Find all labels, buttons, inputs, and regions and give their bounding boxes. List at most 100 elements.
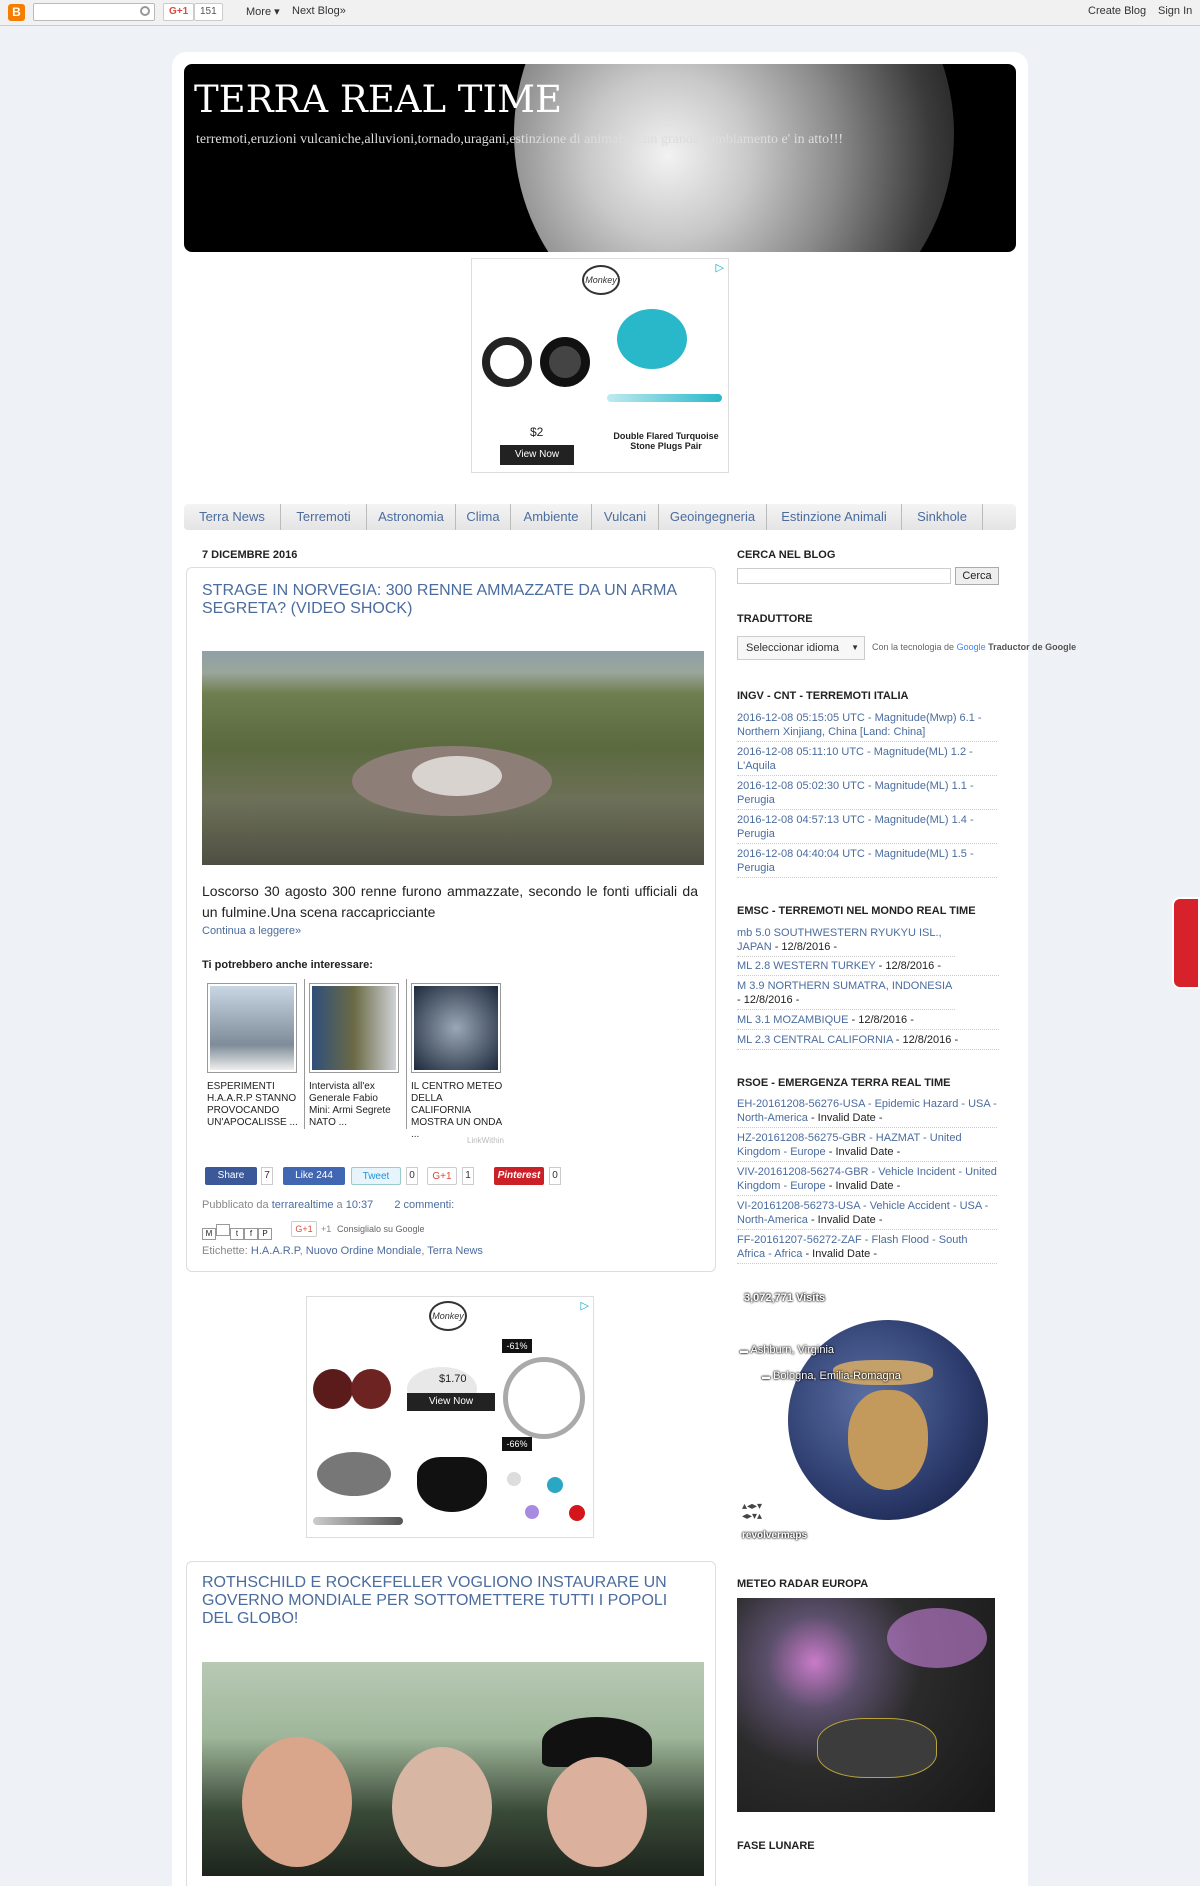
tweet-button[interactable]: Tweet [351,1167,401,1185]
plug-image [540,337,590,387]
tab-vulcani[interactable]: Vulcani [592,504,658,530]
search-icon[interactable] [140,6,150,16]
sign-in-link[interactable]: Sign In [1158,5,1192,17]
emsc-link[interactable]: ML 2.3 CENTRAL CALIFORNIA [737,1034,893,1046]
tab-astronomia[interactable]: Astronomia [367,504,455,530]
globe-controls[interactable]: ▴◂▸▾ ◂▸▾▴ [742,1502,790,1522]
blog-title[interactable]: TERRA REAL TIME [194,78,562,121]
read-more-link[interactable]: Continua a leggere» [202,925,301,937]
rsoe-item[interactable]: HZ-20161208-56275-GBR - HAZMAT - United … [737,1131,997,1162]
blogger-navbar: B G+1 151 More ▾ Next Blog» Create Blog … [0,0,1200,26]
plug-sizes-image [313,1517,403,1525]
gplus-recommend-button[interactable]: G+1 [291,1221,317,1237]
rsoe-item[interactable]: VI-20161208-56273-USA - Vehicle Accident… [737,1199,997,1230]
plug-sizes-image [607,394,722,402]
earthquake-item[interactable]: 2016-12-08 05:02:30 UTC - Magnitude(ML) … [737,779,997,810]
earthquake-item[interactable]: 2016-12-08 04:57:13 UTC - Magnitude(ML) … [737,813,997,844]
view-now-button[interactable]: View Now [500,445,574,465]
rsoe-date: - Invalid Date - [802,1248,877,1260]
label-link[interactable]: H.A.A.R.P [251,1245,300,1257]
facebook-icon[interactable]: f [244,1228,258,1240]
earthquake-item[interactable]: 2016-12-08 05:11:10 UTC - Magnitude(ML) … [737,745,997,776]
related-post-title[interactable]: Intervista all'ex Generale Fabio Mini: A… [309,1081,401,1129]
tab-ambiente[interactable]: Ambiente [511,504,591,530]
related-post-item[interactable]: IL CENTRO METEO DELLA CALIFORNIA MOSTRA … [411,983,503,1141]
post-time-link[interactable]: 10:37 [346,1199,374,1211]
related-post-item[interactable]: Intervista all'ex Generale Fabio Mini: A… [309,983,401,1129]
tab-geoingegneria[interactable]: Geoingegneria [659,504,766,530]
related-thumbnail[interactable] [207,983,297,1073]
label-link[interactable]: Terra News [427,1245,483,1257]
floating-side-button[interactable] [1172,897,1200,989]
discount-badge: -66% [502,1437,532,1451]
belly-ring-image [507,1472,521,1486]
author-link[interactable]: terrarealtime [272,1199,334,1211]
emsc-item[interactable]: ML 3.1 MOZAMBIQUE - 12/8/2016 - [737,1013,999,1030]
pinterest-icon[interactable]: P [258,1228,272,1240]
post-snippet: Loscorso 30 agosto 300 renne furono amma… [202,883,698,920]
facebook-like-button[interactable]: Like 244 [283,1167,345,1185]
emsc-link[interactable]: M 3.9 NORTHERN SUMATRA, INDONESIA [737,980,952,992]
post-image-rothschild-rockefeller[interactable] [202,1662,704,1876]
next-blog-link[interactable]: Next Blog» [292,5,346,17]
tab-sinkhole[interactable]: Sinkhole [902,504,982,530]
blog-search-input[interactable] [737,568,951,584]
search-button[interactable]: Cerca [955,567,999,585]
post-image-reindeer[interactable] [202,651,704,865]
blog-post: STRAGE IN NORVEGIA: 300 RENNE AMMAZZATE … [186,567,716,1272]
revolvermaps-credit[interactable]: revolvermaps [742,1530,807,1541]
earthquake-item[interactable]: 2016-12-08 05:15:05 UTC - Magnitude(Mwp)… [737,711,997,742]
emsc-date: - 12/8/2016 - [737,994,800,1006]
adchoices-icon[interactable]: ▷ [716,261,724,274]
related-thumbnail[interactable] [411,983,501,1073]
emsc-link[interactable]: mb 5.0 SOUTHWESTERN RYUKYU ISL., JAPAN [737,927,942,953]
belly-ring-image [569,1505,585,1521]
rsoe-item[interactable]: VIV-20161208-56274-GBR - Vehicle Inciden… [737,1165,997,1196]
blogthis-icon[interactable] [216,1224,230,1236]
emsc-link[interactable]: ML 2.8 WESTERN TURKEY [737,960,876,972]
tab-estinzione-animali[interactable]: Estinzione Animali [767,504,901,530]
emsc-item[interactable]: M 3.9 NORTHERN SUMATRA, INDONESIA - 12/8… [737,979,955,1010]
emsc-item[interactable]: ML 2.3 CENTRAL CALIFORNIA - 12/8/2016 - [737,1033,999,1050]
language-select-value: Seleccionar idioma [746,642,839,654]
translator-brand[interactable]: Traductor de Google [988,642,1076,652]
related-thumbnail[interactable] [309,983,399,1073]
revolvermaps-widget[interactable]: 3,072,771 Visits ▬ Ashburn, Virginia ▬ B… [738,1290,998,1548]
gplus-share-button[interactable]: G+1 [427,1167,457,1185]
plug-image [351,1369,391,1409]
navbar-search-input[interactable] [33,3,155,21]
linkwithin-label[interactable]: LinkWithin [467,1136,504,1145]
twitter-icon[interactable]: t [230,1228,244,1240]
tab-terra-news[interactable]: Terra News [184,504,280,530]
email-icon[interactable]: M [202,1228,216,1240]
pinterest-button[interactable]: Pinterest [494,1167,544,1185]
post-title[interactable]: STRAGE IN NORVEGIA: 300 RENNE AMMAZZATE … [202,582,682,618]
advertisement[interactable]: ▷ Monkey $2 View Now Double Flared Turqu… [471,258,729,473]
advertisement[interactable]: ▷ Monkey $1.70 View Now -61% -66% [306,1296,594,1538]
related-post-title[interactable]: IL CENTRO METEO DELLA CALIFORNIA MOSTRA … [411,1081,503,1141]
meteo-radar-image[interactable] [737,1598,995,1812]
more-menu[interactable]: More ▾ [246,5,280,18]
post-title[interactable]: ROTHSCHILD E ROCKEFELLER VOGLIONO INSTAU… [202,1574,702,1628]
emsc-item[interactable]: mb 5.0 SOUTHWESTERN RYUKYU ISL., JAPAN -… [737,926,955,957]
gplus-button[interactable]: G+1 [163,3,195,21]
tab-terremoti[interactable]: Terremoti [281,504,366,530]
related-post-title[interactable]: ESPERIMENTI H.A.A.R.P STANNO PROVOCANDO … [207,1081,299,1129]
adchoices-icon[interactable]: ▷ [581,1299,589,1312]
posted-by-label: Pubblicato da [202,1199,269,1211]
rsoe-date: - Invalid Date - [825,1180,901,1192]
blogger-logo-icon[interactable]: B [8,4,25,21]
related-post-item[interactable]: ESPERIMENTI H.A.A.R.P STANNO PROVOCANDO … [207,983,299,1129]
rsoe-item[interactable]: EH-20161208-56276-USA - Epidemic Hazard … [737,1097,997,1128]
facebook-share-button[interactable]: Share [205,1167,257,1185]
rsoe-item[interactable]: FF-20161207-56272-ZAF - Flash Flood - So… [737,1233,997,1264]
emsc-link[interactable]: ML 3.1 MOZAMBIQUE [737,1014,848,1026]
view-now-button[interactable]: View Now [407,1393,495,1411]
language-select[interactable]: Seleccionar idioma ▼ [737,636,865,660]
label-link[interactable]: Nuovo Ordine Mondiale [306,1245,422,1257]
emsc-item[interactable]: ML 2.8 WESTERN TURKEY - 12/8/2016 - [737,959,999,976]
earthquake-item[interactable]: 2016-12-08 04:40:04 UTC - Magnitude(ML) … [737,847,997,878]
comments-link[interactable]: 2 commenti: [394,1199,454,1211]
tab-clima[interactable]: Clima [456,504,510,530]
create-blog-link[interactable]: Create Blog [1088,5,1146,17]
